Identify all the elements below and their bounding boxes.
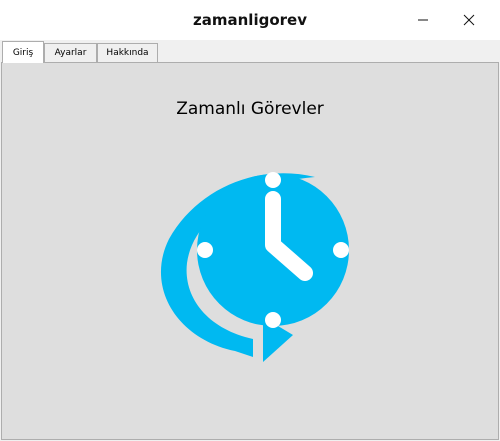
page-title: Zamanlı Görevler [176,99,324,119]
close-icon [463,14,475,26]
close-button[interactable] [446,0,492,40]
tab-panel-giris: Zamanlı Görevler [1,62,499,440]
minimize-icon [418,19,428,21]
app-window: zamanligorev Giriş Ayarlar Hakkında Zama… [0,0,500,441]
tab-hakkinda[interactable]: Hakkında [97,43,158,62]
scheduled-clock-icon [160,172,349,362]
tab-ayarlar[interactable]: Ayarlar [44,43,97,62]
title-bar[interactable]: zamanligorev [0,0,500,40]
tab-giris[interactable]: Giriş [2,41,44,63]
minimize-button[interactable] [400,0,446,40]
tab-bar: Giriş Ayarlar Hakkında [0,40,500,63]
